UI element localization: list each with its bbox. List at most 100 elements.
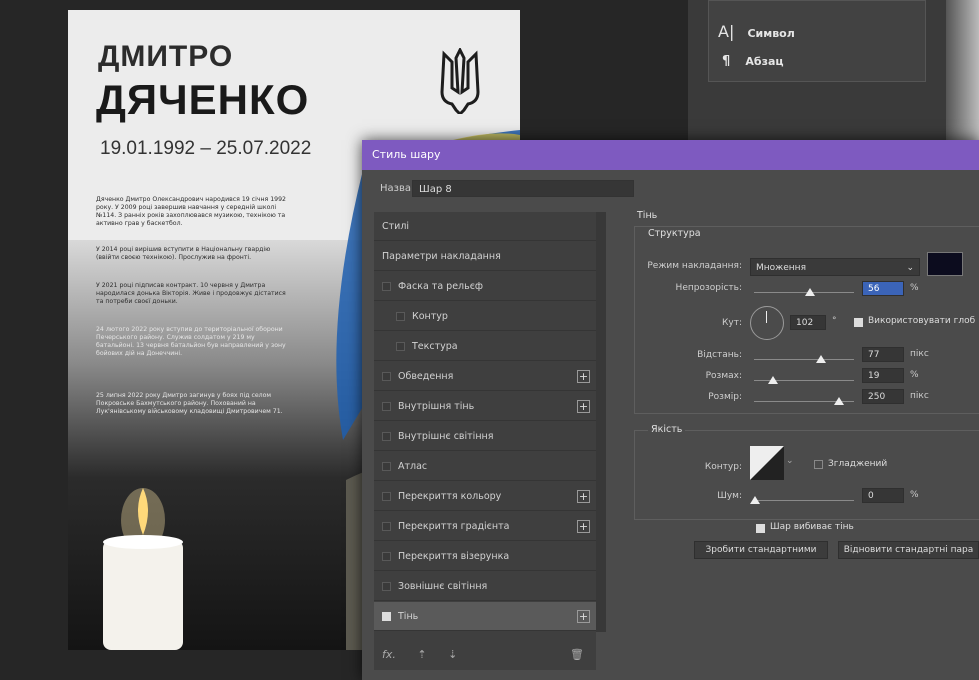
antialias-label: Згладжений bbox=[828, 459, 888, 469]
style-checkbox[interactable] bbox=[382, 612, 391, 621]
style-checkbox[interactable] bbox=[382, 492, 391, 501]
knockout-checkbox[interactable] bbox=[756, 524, 765, 533]
size-label: Розмір: bbox=[708, 392, 742, 402]
size-input[interactable]: 250 bbox=[862, 389, 904, 404]
style-item-label: Перекриття візерунка bbox=[398, 551, 510, 562]
distance-slider-thumb[interactable] bbox=[816, 355, 826, 363]
style-item[interactable]: Внутрішнє світіння bbox=[374, 422, 596, 451]
style-item[interactable]: Текстура bbox=[374, 332, 596, 361]
add-effect-icon[interactable]: + bbox=[577, 490, 590, 503]
style-item-label: Тінь bbox=[398, 611, 419, 622]
noise-slider-thumb[interactable] bbox=[750, 496, 760, 504]
style-item[interactable]: Тінь + bbox=[374, 602, 596, 631]
reset-default-button[interactable]: Відновити стандартні пара bbox=[838, 541, 979, 559]
global-light-label: Використовувати глоб bbox=[868, 316, 976, 326]
style-item[interactable]: Обведення + bbox=[374, 362, 596, 391]
poster-bio-paragraph: 25 липня 2022 року Дмитро загинув у боях… bbox=[96, 392, 283, 415]
panel-item-paragraph[interactable]: ¶ Абзац bbox=[722, 50, 784, 69]
poster-bio-paragraph: У 2021 році підписав контракт. 10 червня… bbox=[96, 282, 286, 305]
style-item[interactable]: Перекриття кольору + bbox=[374, 482, 596, 511]
poster-last-name: ДЯЧЕНКО bbox=[96, 76, 310, 123]
size-slider-thumb[interactable] bbox=[834, 397, 844, 405]
style-item-label: Перекриття кольору bbox=[398, 491, 502, 502]
opacity-unit: % bbox=[910, 283, 919, 293]
style-item-label: Стилі bbox=[382, 221, 410, 232]
poster-bio-paragraph: 24 лютого 2022 року вступив до територіа… bbox=[96, 326, 286, 357]
blend-mode-select[interactable]: Множення ⌄ bbox=[750, 258, 920, 276]
angle-dial[interactable] bbox=[750, 306, 784, 340]
style-checkbox[interactable] bbox=[382, 372, 391, 381]
style-item-label: Фаска та рельєф bbox=[398, 281, 484, 292]
style-item[interactable]: Контур bbox=[374, 302, 596, 331]
spread-label: Розмах: bbox=[705, 371, 742, 381]
quality-groupbox bbox=[634, 430, 979, 520]
spread-slider-thumb[interactable] bbox=[768, 376, 778, 384]
style-item[interactable]: Перекриття градієнта + bbox=[374, 512, 596, 541]
style-item[interactable]: Параметри накладання bbox=[374, 242, 596, 271]
panel-item-character[interactable]: A| Символ bbox=[718, 22, 795, 41]
noise-unit: % bbox=[910, 490, 919, 500]
fx-icon[interactable]: fx. bbox=[382, 648, 396, 661]
section-title: Тінь bbox=[637, 210, 658, 221]
up-arrow-icon[interactable]: ⇡ bbox=[417, 648, 426, 661]
poster-bio-paragraph: У 2014 році вирішив вступити в Національ… bbox=[96, 246, 271, 261]
style-item[interactable]: Зовнішнє світіння bbox=[374, 572, 596, 601]
distance-slider-track[interactable] bbox=[754, 359, 854, 360]
style-item-label: Атлас bbox=[398, 461, 428, 472]
noise-slider-track[interactable] bbox=[754, 500, 854, 501]
opacity-slider-thumb[interactable] bbox=[805, 288, 815, 296]
style-checkbox[interactable] bbox=[382, 282, 391, 291]
add-effect-icon[interactable]: + bbox=[577, 370, 590, 383]
styles-scrollbar[interactable] bbox=[596, 212, 606, 632]
distance-label: Відстань: bbox=[697, 350, 742, 360]
style-item[interactable]: Фаска та рельєф bbox=[374, 272, 596, 301]
style-checkbox[interactable] bbox=[382, 522, 391, 531]
make-default-button[interactable]: Зробити стандартними bbox=[694, 541, 828, 559]
style-item[interactable]: Атлас bbox=[374, 452, 596, 481]
style-item[interactable]: Стилі bbox=[374, 212, 596, 241]
panel-item-label: Символ bbox=[747, 27, 795, 40]
style-checkbox[interactable] bbox=[396, 312, 405, 321]
style-item-label: Обведення bbox=[398, 371, 454, 382]
dialog-title-bar[interactable]: Стиль шару bbox=[362, 140, 979, 170]
style-item[interactable]: Перекриття візерунка bbox=[374, 542, 596, 571]
quality-title: Якість bbox=[648, 424, 686, 435]
opacity-slider-track[interactable] bbox=[754, 292, 854, 293]
style-checkbox[interactable] bbox=[382, 462, 391, 471]
styles-list-footer: fx. ⇡ ⇣ 🗑 bbox=[382, 648, 584, 661]
style-item-label: Внутрішня тінь bbox=[398, 401, 475, 412]
chevron-down-icon: ⌄ bbox=[906, 263, 914, 273]
contour-label: Контур: bbox=[704, 462, 742, 472]
blend-mode-value: Множення bbox=[756, 263, 806, 273]
style-checkbox[interactable] bbox=[382, 432, 391, 441]
spread-input[interactable]: 19 bbox=[862, 368, 904, 383]
distance-input[interactable]: 77 bbox=[862, 347, 904, 362]
style-item[interactable]: Внутрішня тінь + bbox=[374, 392, 596, 421]
add-effect-icon[interactable]: + bbox=[577, 400, 590, 413]
styles-list: Стилі Параметри накладання Фаска та рельєф… bbox=[374, 212, 596, 670]
chevron-down-icon[interactable]: ⌄ bbox=[786, 456, 794, 466]
global-light-checkbox[interactable] bbox=[854, 318, 863, 327]
style-checkbox[interactable] bbox=[396, 342, 405, 351]
angle-input[interactable]: 102 bbox=[790, 315, 826, 330]
character-icon: A| bbox=[718, 22, 735, 41]
add-effect-icon[interactable]: + bbox=[577, 520, 590, 533]
blend-mode-label: Режим накладання: bbox=[647, 261, 742, 271]
opacity-label: Непрозорість: bbox=[675, 283, 742, 293]
down-arrow-icon[interactable]: ⇣ bbox=[448, 648, 457, 661]
shadow-color-swatch[interactable] bbox=[927, 252, 963, 276]
noise-label: Шум: bbox=[717, 491, 742, 501]
layer-name-input[interactable]: Шар 8 bbox=[412, 180, 634, 197]
opacity-input[interactable]: 56 bbox=[862, 281, 904, 296]
add-effect-icon[interactable]: + bbox=[577, 610, 590, 623]
contour-preview[interactable] bbox=[750, 446, 784, 480]
noise-input[interactable]: 0 bbox=[862, 488, 904, 503]
style-checkbox[interactable] bbox=[382, 402, 391, 411]
antialias-checkbox[interactable] bbox=[814, 460, 823, 469]
layer-style-dialog: Стиль шару Назва: Шар 8 Стилі Параметри н… bbox=[362, 140, 979, 680]
style-checkbox[interactable] bbox=[382, 582, 391, 591]
panel-list bbox=[708, 0, 926, 82]
style-checkbox[interactable] bbox=[382, 552, 391, 561]
panel-item-label: Абзац bbox=[745, 55, 784, 68]
trash-icon[interactable]: 🗑 bbox=[570, 648, 584, 661]
